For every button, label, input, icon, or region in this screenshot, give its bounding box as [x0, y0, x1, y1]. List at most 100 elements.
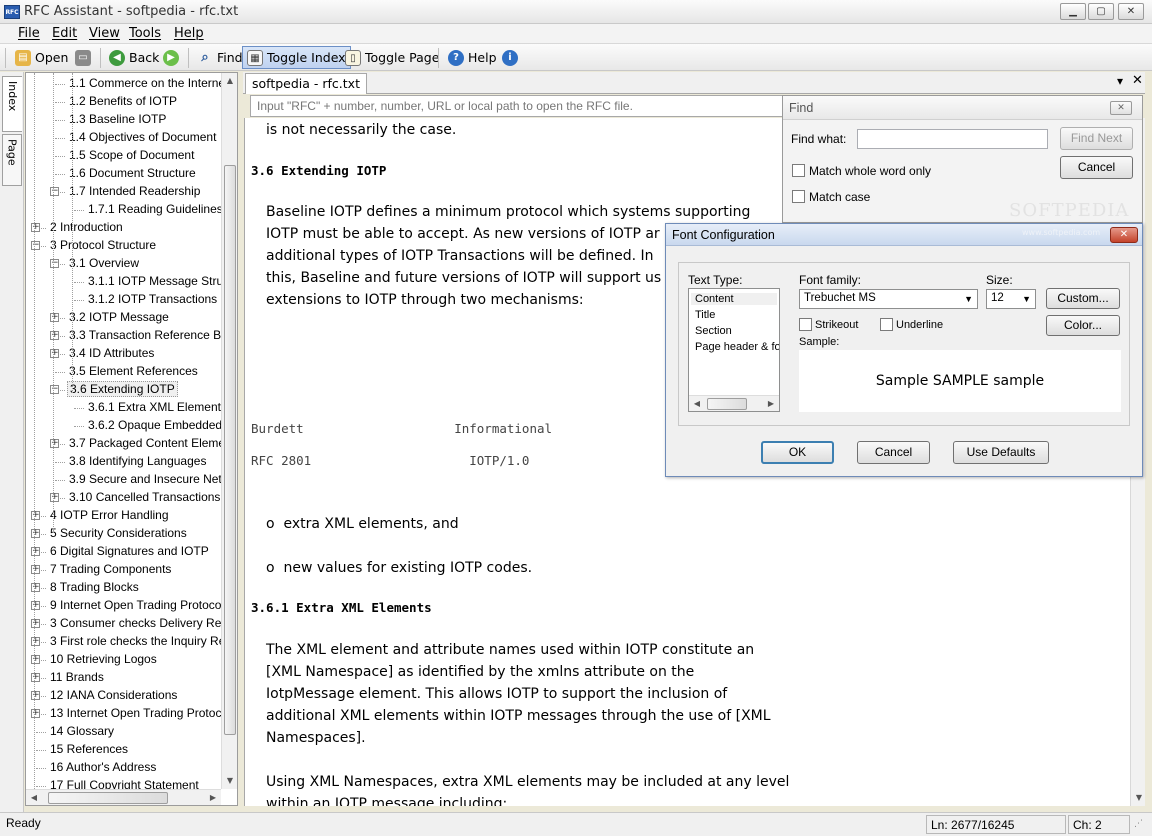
tree-horizontal-scrollbar[interactable]: ◀ ▶ [26, 789, 221, 805]
tree-item[interactable]: 3 Protocol Structure [48, 237, 158, 255]
font-cancel-button[interactable]: Cancel [857, 441, 930, 464]
scroll-down-arrow-icon[interactable]: ▼ [222, 773, 237, 789]
scroll-thumb[interactable] [48, 792, 168, 804]
menu-help[interactable]: Help [174, 26, 204, 41]
tree-item[interactable]: 3.2 IOTP Message [67, 309, 171, 327]
toggle-index-button[interactable]: ▦ Toggle Index [242, 46, 351, 69]
close-button[interactable]: ✕ [1118, 3, 1144, 20]
find-next-button[interactable]: Find Next [1060, 127, 1133, 150]
tree-item[interactable]: 3.3 Transaction Reference Blo [67, 327, 232, 345]
tree-item[interactable]: 8 Trading Blocks [48, 579, 141, 597]
tree-item[interactable]: 3 First role checks the Inquiry Re [48, 633, 227, 651]
tree-item[interactable]: 3.4 ID Attributes [67, 345, 156, 363]
expand-icon[interactable]: + [31, 583, 40, 592]
match-case-checkbox[interactable] [792, 190, 805, 203]
expand-icon[interactable]: + [50, 313, 59, 322]
expand-icon[interactable]: + [50, 493, 59, 502]
tree-item[interactable]: 3.1.2 IOTP Transactions [86, 291, 219, 309]
tree-item[interactable]: 3.1 Overview [67, 255, 141, 273]
menu-file[interactable]: File [18, 26, 40, 41]
expand-icon[interactable]: + [31, 601, 40, 610]
scroll-thumb[interactable] [224, 165, 236, 735]
resize-grip-icon[interactable]: ⋰ [1134, 819, 1143, 829]
scroll-left-arrow-icon[interactable]: ◀ [26, 790, 42, 805]
expand-icon[interactable]: + [31, 637, 40, 646]
tree-item[interactable]: 6 Digital Signatures and IOTP [48, 543, 211, 561]
tab-index[interactable]: Index [2, 76, 22, 132]
scroll-down-arrow-icon[interactable]: ▼ [1131, 790, 1147, 806]
index-tree[interactable]: 1.1 Commerce on the Interne 1.2 Benefits … [25, 72, 238, 806]
tree-item[interactable]: 3.8 Identifying Languages [67, 453, 208, 471]
tree-item[interactable]: 1.3 Baseline IOTP [67, 111, 168, 129]
custom-button[interactable]: Custom... [1046, 288, 1120, 309]
match-whole-word-checkbox[interactable] [792, 164, 805, 177]
tree-item[interactable]: 3.6.2 Opaque Embedded [86, 417, 224, 435]
use-defaults-button[interactable]: Use Defaults [953, 441, 1049, 464]
text-type-item[interactable]: Content [691, 293, 777, 305]
menu-edit[interactable]: Edit [52, 26, 77, 41]
expand-icon[interactable]: + [31, 223, 40, 232]
expand-icon[interactable]: + [31, 691, 40, 700]
tree-item[interactable]: 3.10 Cancelled Transactions [67, 489, 222, 507]
tree-item[interactable]: 3 Consumer checks Delivery Res [48, 615, 229, 633]
scroll-right-arrow-icon[interactable]: ▶ [763, 396, 779, 411]
tree-item[interactable]: 16 Author's Address [48, 759, 158, 777]
tree-item[interactable]: 3.6 Extending IOTP [67, 381, 178, 399]
tree-item[interactable]: 3.9 Secure and Insecure Net I [67, 471, 230, 489]
tree-item[interactable]: 15 References [48, 741, 130, 759]
tree-item[interactable]: 3.5 Element References [67, 363, 200, 381]
forward-button[interactable]: ▶ [158, 46, 184, 69]
ok-button[interactable]: OK [761, 441, 834, 464]
back-button[interactable]: ◀ Back [104, 46, 164, 69]
text-type-item[interactable]: Title [695, 309, 715, 321]
rfc-address-input[interactable]: Input "RFC" + number, number, URL or loc… [250, 95, 788, 117]
text-type-horizontal-scrollbar[interactable]: ◀ ▶ [689, 395, 779, 411]
tree-item[interactable]: 13 Internet Open Trading Protoc [48, 705, 223, 723]
scroll-up-arrow-icon[interactable]: ▲ [222, 73, 237, 89]
find-close-button[interactable]: ✕ [1110, 101, 1132, 115]
text-type-item[interactable]: Section [695, 325, 732, 337]
about-button[interactable]: i [497, 46, 523, 69]
font-family-select[interactable]: Trebuchet MS ▼ [799, 289, 978, 309]
tree-vertical-scrollbar[interactable]: ▲ ▼ [221, 73, 237, 789]
text-type-list[interactable]: Content Title Section Page header & fo ◀ ▶ [688, 288, 780, 412]
collapse-icon[interactable]: − [50, 259, 59, 268]
minimize-button[interactable]: ▁ [1060, 3, 1086, 20]
open-button[interactable]: ▤ Open [10, 46, 73, 69]
find-what-input[interactable] [857, 129, 1048, 149]
tree-item[interactable]: 3.7 Packaged Content Eleme [67, 435, 227, 453]
tree-item[interactable]: 1.2 Benefits of IOTP [67, 93, 179, 111]
help-button[interactable]: ? Help [443, 46, 502, 69]
scroll-right-arrow-icon[interactable]: ▶ [205, 790, 221, 805]
tree-item[interactable]: 3.1.1 IOTP Message Struc [86, 273, 231, 291]
find-button[interactable]: ⌕ Find [192, 46, 248, 69]
collapse-icon[interactable]: − [50, 187, 59, 196]
strikeout-checkbox[interactable] [799, 318, 812, 331]
expand-icon[interactable]: + [31, 673, 40, 682]
text-type-item[interactable]: Page header & fo [695, 341, 779, 353]
tree-item[interactable]: 2 Introduction [48, 219, 125, 237]
tree-item[interactable]: 1.7.1 Reading Guidelines [86, 201, 225, 219]
collapse-icon[interactable]: − [31, 241, 40, 250]
tree-item[interactable]: 1.6 Document Structure [67, 165, 198, 183]
tree-item[interactable]: 1.1 Commerce on the Interne [67, 75, 227, 93]
expand-icon[interactable]: + [31, 547, 40, 556]
color-button[interactable]: Color... [1046, 315, 1120, 336]
tree-item[interactable]: 5 Security Considerations [48, 525, 189, 543]
expand-icon[interactable]: + [31, 619, 40, 628]
tree-item[interactable]: 11 Brands [48, 669, 106, 687]
expand-icon[interactable]: + [31, 655, 40, 664]
tab-menu-icon[interactable]: ▾ [1117, 74, 1123, 88]
tree-item[interactable]: 7 Trading Components [48, 561, 173, 579]
tree-item[interactable]: 9 Internet Open Trading Protoco [48, 597, 223, 615]
print-button[interactable]: ▭ [70, 46, 96, 69]
expand-icon[interactable]: + [31, 529, 40, 538]
tree-item[interactable]: 3.6.1 Extra XML Elements [86, 399, 229, 417]
expand-icon[interactable]: + [50, 331, 59, 340]
tab-page[interactable]: Page [2, 134, 22, 186]
maximize-button[interactable]: ▢ [1088, 3, 1114, 20]
expand-icon[interactable]: + [31, 511, 40, 520]
collapse-icon[interactable]: − [50, 385, 59, 394]
font-size-select[interactable]: 12 ▼ [986, 289, 1036, 309]
tree-item[interactable]: 1.7 Intended Readership [67, 183, 202, 201]
